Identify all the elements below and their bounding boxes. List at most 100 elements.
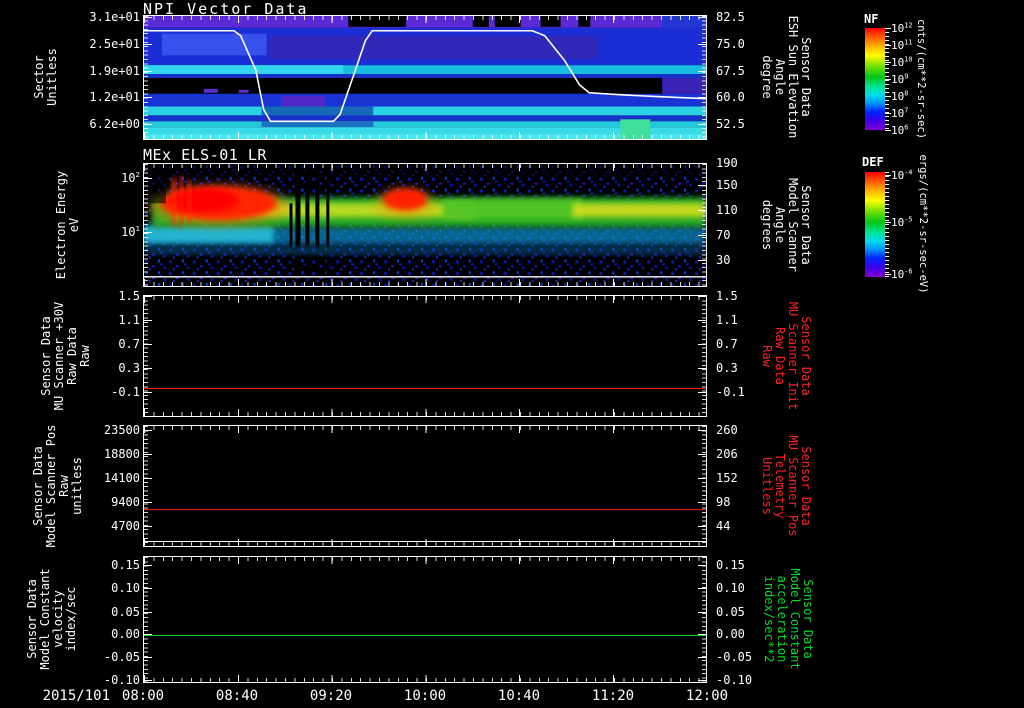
panel1-right-tick-label: 52.5 — [716, 117, 745, 131]
y-major-tick — [144, 320, 152, 321]
panel4-right-tick-label: 152 — [716, 471, 738, 486]
colorbar-tick-label: 10-6 — [891, 267, 913, 281]
y-major-tick — [698, 429, 706, 431]
y-major-tick — [144, 71, 152, 72]
scanner-pos-panel — [143, 425, 707, 547]
y-major-tick — [144, 391, 152, 393]
y-major-tick — [698, 234, 706, 236]
y-minor-ticks — [702, 16, 706, 139]
panel2-right-tick-label: 110 — [716, 203, 738, 218]
panel1-right-tick-label: 75.0 — [716, 37, 745, 51]
panel3-right-axis-label: Sensor Data MU Scanner Init Raw Data Raw — [760, 301, 813, 411]
x-major-ticks — [144, 164, 706, 171]
panel4-right-tick-label: 44 — [716, 518, 731, 533]
y-minor-ticks — [144, 557, 148, 682]
y-major-tick — [698, 611, 706, 613]
panel5-right-tick-label: -0.10 — [716, 672, 753, 687]
panel3-right-tick-label: 0.7 — [716, 336, 738, 351]
y-major-tick — [144, 501, 152, 503]
y-major-tick — [698, 679, 706, 681]
colorbar-tick-label: 1012 — [891, 21, 913, 35]
colorbar-def-tickmarks — [885, 172, 889, 277]
panel4-right-tick-label: 98 — [716, 494, 731, 509]
y-major-tick — [698, 588, 706, 590]
x-axis-tick-label: 09:20 — [309, 688, 353, 704]
panel3-right-tick-label: 1.1 — [716, 313, 738, 327]
colorbar-major-tick — [885, 96, 891, 97]
y-major-tick — [144, 633, 152, 635]
panel4-right-tick-label: 260 — [716, 422, 738, 437]
colorbar-nf-gradient — [865, 28, 885, 130]
panel2-right-tick-label: 70 — [716, 227, 731, 242]
y-major-tick — [698, 478, 706, 480]
panel5-right-tick-label: 0.05 — [716, 604, 745, 619]
panel2-right-tick-label: 150 — [716, 178, 738, 193]
data-trace-line — [144, 509, 706, 510]
colorbar-major-tick — [885, 61, 891, 63]
x-major-ticks — [144, 409, 706, 416]
y-major-tick — [698, 259, 706, 261]
y-major-tick — [698, 564, 706, 566]
y-major-tick — [698, 320, 706, 321]
x-major-ticks — [144, 426, 706, 433]
y-major-tick — [144, 478, 152, 480]
panel5-right-tick-label: 0.10 — [716, 581, 745, 596]
model-constant-velocity-panel — [143, 556, 707, 683]
y-major-tick — [698, 343, 706, 345]
x-major-ticks — [144, 279, 706, 286]
npi-spectrogram-panel — [143, 15, 707, 140]
panel4-right-axis-label: Sensor Data MU Scanner Pos Telemetry Unitle… — [760, 435, 813, 537]
colorbar-tick-label: 10-5 — [891, 215, 913, 230]
y-minor-ticks — [702, 557, 706, 682]
panel5-left-axis-label: Sensor Data Model Constant velocity index/s… — [25, 568, 78, 670]
y-major-tick — [698, 163, 706, 164]
panel1-right-tick-label: 82.5 — [716, 10, 745, 24]
y-major-tick — [698, 71, 706, 72]
colorbar-major-tick — [885, 45, 891, 46]
panel2-right-tick-label: 30 — [716, 252, 731, 267]
panel1-left-tick-label: 6.2e+00 — [89, 117, 140, 131]
y-major-tick — [144, 588, 152, 590]
y-major-tick — [698, 44, 706, 45]
y-major-tick — [144, 453, 152, 455]
sun-elevation-overlay-line — [144, 29, 706, 123]
panel5-right-axis-label: Sensor Data Model Constant acceleration ind… — [762, 568, 815, 670]
y-major-tick — [698, 453, 706, 455]
y-minor-ticks — [702, 164, 706, 286]
panel2-right-tick-label: 190 — [716, 156, 738, 170]
y-major-tick — [144, 17, 152, 18]
els-spectrogram-image — [144, 164, 706, 286]
colorbar-major-tick — [885, 79, 891, 80]
panel1-right-axis-label: Sensor Data ESH Sun Elevation Angle degree — [760, 15, 813, 139]
x-axis-tick-label: 10:40 — [497, 688, 541, 704]
y-minor-ticks — [144, 426, 148, 546]
y-minor-ticks — [702, 296, 706, 416]
y-minor-ticks — [702, 426, 706, 546]
y-minor-ticks — [144, 164, 148, 286]
data-trace-line — [144, 541, 706, 542]
x-axis-tick-label: 12:00 — [685, 688, 729, 704]
x-axis-tick-label: 11:20 — [591, 688, 635, 704]
y-major-tick — [698, 296, 706, 298]
panel1-right-tick-label: 60.0 — [716, 90, 745, 104]
colorbar-tick-label: 1010 — [891, 55, 913, 69]
y-major-tick — [698, 210, 706, 212]
y-major-tick — [698, 525, 706, 527]
panel1-left-axis-label: Sector Unitless — [32, 48, 59, 106]
panel3-left-axis-label: Sensor Data MU Scanner +30V Raw Data Raw — [39, 301, 92, 411]
y-major-tick — [698, 656, 706, 658]
els-spectrogram-panel — [143, 163, 707, 287]
colorbar-tick-label: 108 — [891, 89, 909, 103]
mu-scanner-30v-panel — [143, 295, 707, 417]
y-major-tick — [144, 564, 152, 566]
y-major-tick — [698, 17, 706, 18]
y-major-tick — [144, 611, 152, 613]
panel5-right-tick-label: -0.05 — [716, 649, 753, 664]
y-major-tick — [144, 368, 152, 370]
y-major-tick — [698, 501, 706, 503]
x-major-ticks — [144, 675, 706, 682]
colorbar-tick-label: 107 — [891, 106, 909, 120]
colorbar-tick-label: 106 — [891, 123, 909, 137]
panel1-right-tick-label: 67.5 — [716, 64, 745, 78]
panel3-right-tick-label: 0.3 — [716, 361, 738, 376]
